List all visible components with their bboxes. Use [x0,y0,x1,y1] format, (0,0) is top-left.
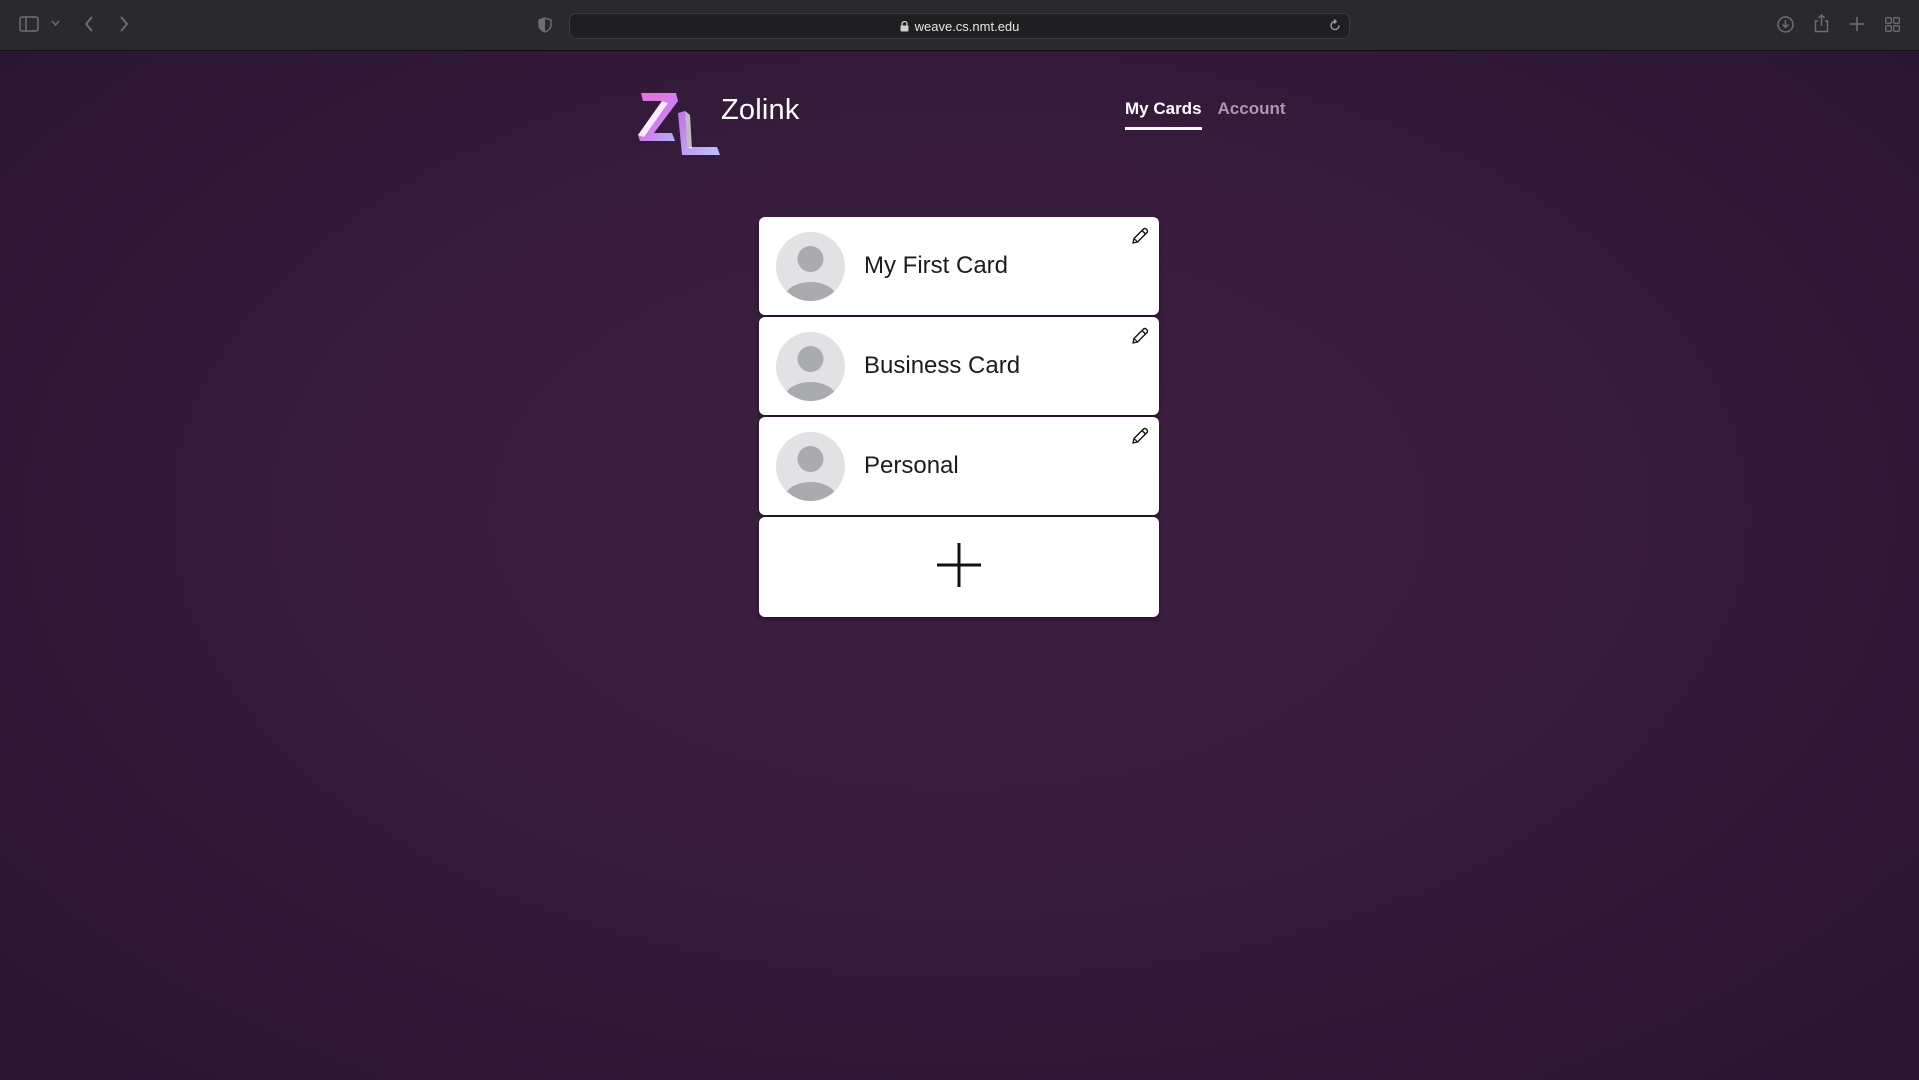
main-nav: My Cards Account [1125,99,1286,130]
reload-icon[interactable] [1329,18,1341,37]
plus-icon[interactable] [1850,17,1864,31]
brand[interactable]: Zolink [638,91,800,157]
card-item-business-card[interactable]: Business Card [759,317,1159,415]
nav-account[interactable]: Account [1218,99,1286,130]
add-card-button[interactable] [759,517,1159,617]
nav-my-cards[interactable]: My Cards [1125,99,1202,130]
download-icon[interactable] [1777,16,1794,33]
address-bar[interactable]: weave.cs.nmt.edu [569,13,1350,39]
card-list: My First Card Business Card Personal [759,217,1159,619]
share-icon[interactable] [1814,14,1829,33]
browser-toolbar: weave.cs.nmt.edu [0,0,1919,51]
lock-icon [900,20,909,32]
chevron-down-icon[interactable] [51,20,60,27]
pencil-icon[interactable] [1129,325,1151,347]
zolink-logo [638,93,720,155]
brand-name: Zolink [721,94,800,126]
shield-icon[interactable] [538,17,552,33]
pencil-icon[interactable] [1129,225,1151,247]
tab-overview-icon[interactable] [1885,17,1900,32]
url-text: weave.cs.nmt.edu [914,18,1020,34]
chevron-right-icon[interactable] [119,16,129,32]
page-content: Zolink My Cards Account My First Card Bu… [0,52,1919,1080]
chevron-left-icon[interactable] [84,16,94,32]
card-title: Personal [864,452,959,479]
pencil-icon[interactable] [1129,425,1151,447]
card-item-my-first-card[interactable]: My First Card [759,217,1159,315]
person-icon [776,231,845,301]
person-icon [776,431,845,501]
sidebar-icon[interactable] [19,16,39,32]
card-item-personal[interactable]: Personal [759,417,1159,515]
plus-icon [936,542,982,593]
person-icon [776,331,845,401]
card-title: My First Card [864,252,1008,279]
card-title: Business Card [864,352,1021,379]
